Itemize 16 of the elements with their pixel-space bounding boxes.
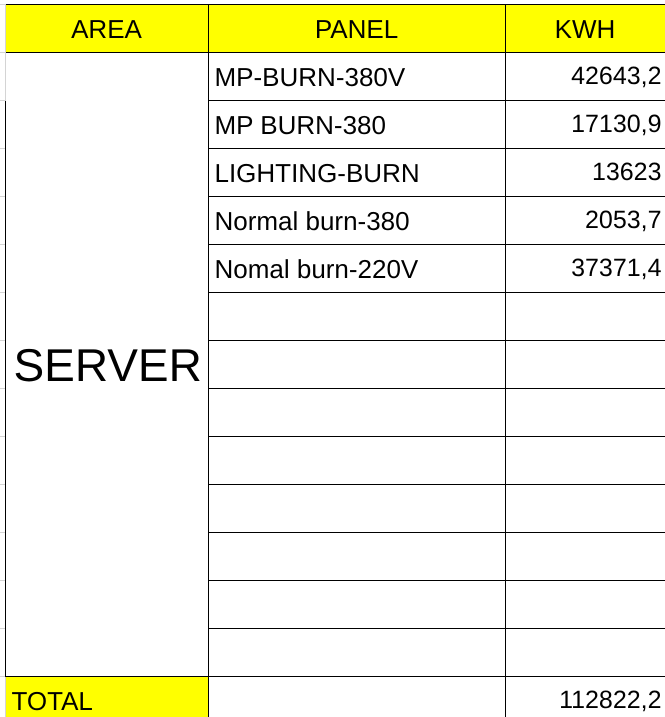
panel-name: MP BURN-380: [214, 110, 386, 140]
kwh-value: 37371,4: [571, 254, 662, 282]
kwh-value: 2053,7: [585, 206, 662, 234]
column-header: KWH: [554, 14, 616, 44]
panel-name: Normal burn-380: [214, 206, 410, 236]
kwh-value: 13623: [592, 158, 662, 186]
kwh-value: 42643,2: [571, 62, 662, 90]
total-label: TOTAL: [12, 686, 93, 716]
panel-name: Nomal burn-220V: [214, 254, 418, 284]
area-label: SERVER: [14, 338, 202, 390]
column-header: AREA: [71, 14, 142, 44]
panel-name: MP-BURN-380V: [214, 62, 406, 92]
panel-name: LIGHTING-BURN: [214, 158, 420, 188]
kwh-value: 17130,9: [571, 110, 662, 138]
column-header: PANEL: [314, 14, 398, 44]
total-value: 112822,2: [559, 686, 662, 714]
